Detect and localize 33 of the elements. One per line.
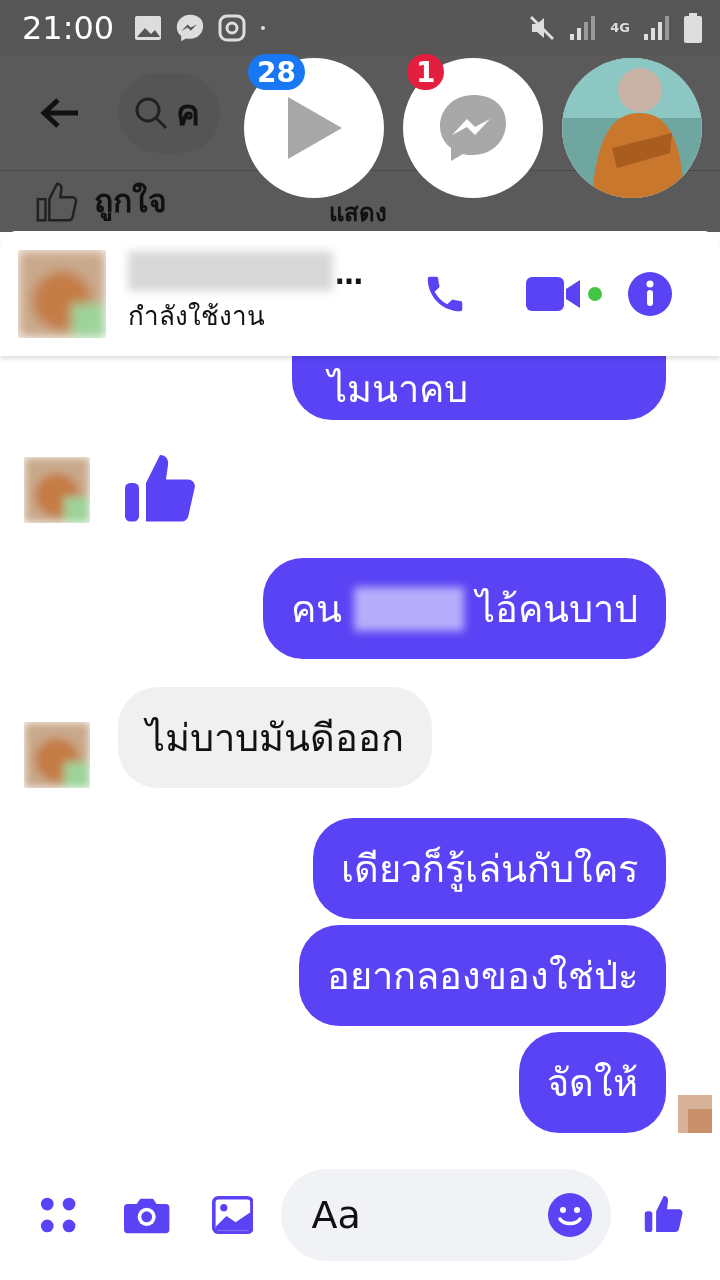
message-text: เดียวก็รู้เล่นกับใคร (341, 845, 638, 894)
apps-icon[interactable] (40, 1195, 77, 1235)
active-status: กำลังใช้งาน (128, 300, 266, 333)
notification-badge: 28 (248, 54, 305, 90)
camera-app-icon (218, 13, 247, 42)
search-text: ค (176, 91, 200, 135)
network-type: 4G (610, 20, 630, 35)
back-arrow-icon[interactable] (40, 96, 80, 129)
signal-icon (644, 13, 670, 42)
video-call-icon[interactable] (526, 276, 580, 311)
message-text: คน (291, 586, 342, 633)
gallery-icon (134, 14, 163, 41)
message-input[interactable]: Aa (281, 1169, 611, 1261)
battery-icon (684, 12, 702, 43)
info-icon[interactable] (628, 271, 672, 316)
messenger-icon (438, 93, 508, 163)
contact-name: … (335, 258, 363, 291)
message-text: อยากลองของใช่ป่ะ (327, 953, 638, 1000)
avatar (24, 722, 90, 788)
search-field[interactable]: ค (118, 72, 220, 153)
emoji-icon[interactable] (546, 1192, 593, 1238)
input-placeholder: Aa (311, 1193, 361, 1237)
mute-icon (528, 13, 557, 42)
image-icon[interactable] (211, 1194, 254, 1236)
signal-icon (570, 13, 597, 42)
status-time: 21:00 (22, 8, 115, 47)
search-icon (134, 95, 168, 130)
avatar (24, 457, 90, 523)
dot-icon (260, 24, 267, 31)
comment-label[interactable]: แสดง (329, 200, 387, 226)
messenger-icon (176, 13, 205, 42)
message-text: จัดให้ (547, 1060, 638, 1107)
like-label[interactable]: ถูกใจ (94, 175, 167, 226)
